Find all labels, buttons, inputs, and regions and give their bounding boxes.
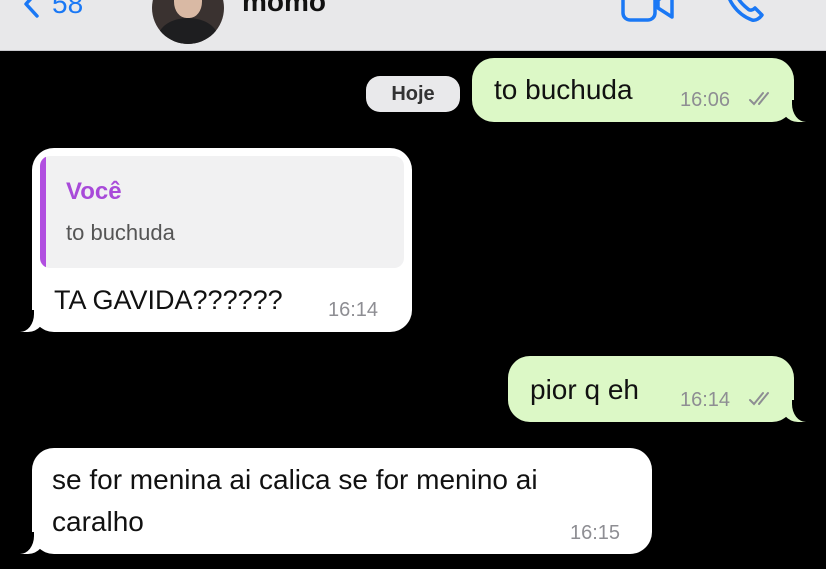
message-text: pior q eh bbox=[530, 374, 639, 405]
reply-text: to buchuda bbox=[66, 220, 175, 245]
message-outgoing[interactable]: to buchuda 16:06 bbox=[472, 58, 806, 122]
reply-quote[interactable]: Você to buchuda bbox=[40, 156, 404, 268]
message-time: 16:14 bbox=[328, 299, 379, 321]
message-text-line: se for menina ai calica se for menino ai bbox=[52, 464, 538, 495]
message-incoming[interactable]: se for menina ai calica se for menino ai… bbox=[20, 448, 652, 554]
message-text-line: caralho bbox=[52, 506, 144, 537]
date-separator: Hoje bbox=[366, 76, 460, 112]
read-receipt-icon bbox=[748, 390, 776, 413]
chevron-left-icon bbox=[22, 0, 40, 19]
message-time: 16:06 bbox=[680, 89, 731, 111]
back-button[interactable]: 58 bbox=[22, 0, 83, 24]
video-camera-icon bbox=[620, 0, 676, 28]
contact-name[interactable]: momo bbox=[242, 0, 326, 18]
reply-author: Você bbox=[66, 178, 122, 205]
voice-call-button[interactable] bbox=[722, 0, 768, 29]
video-call-button[interactable] bbox=[620, 0, 676, 29]
unread-count: 58 bbox=[52, 0, 84, 19]
message-time: 16:14 bbox=[680, 389, 731, 411]
avatar[interactable] bbox=[152, 0, 224, 44]
phone-icon bbox=[722, 0, 768, 28]
chat-header: 58 momo bbox=[0, 0, 826, 51]
message-time: 16:15 bbox=[570, 522, 621, 544]
message-outgoing[interactable]: pior q eh 16:14 bbox=[508, 356, 806, 422]
message-text: to buchuda bbox=[494, 74, 633, 105]
read-receipt-icon bbox=[748, 90, 776, 113]
message-text: TA GAVIDA?????? bbox=[54, 285, 283, 315]
